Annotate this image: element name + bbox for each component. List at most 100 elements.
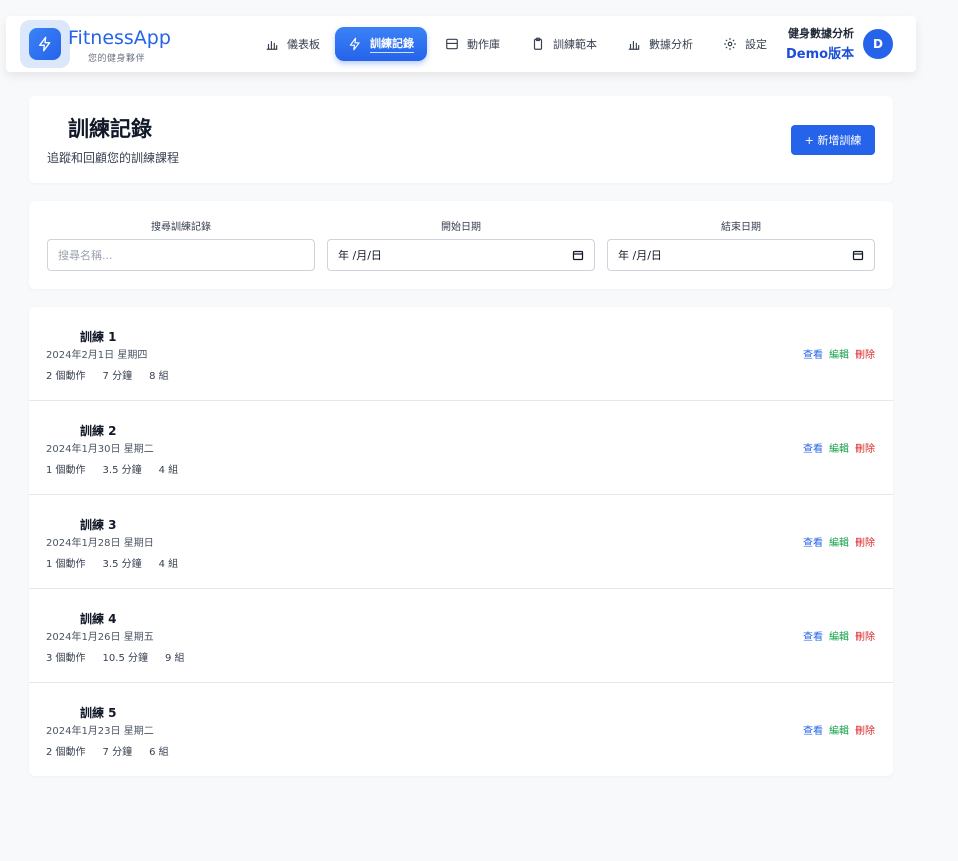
list-item: 訓練 4 2024年1月26日 星期五 3 個動作 10.5 分鐘 9 組 查看… [29, 589, 893, 683]
list-item: 訓練 1 2024年2月1日 星期四 2 個動作 7 分鐘 8 組 查看 編輯 … [29, 307, 893, 401]
view-link[interactable]: 查看 [803, 722, 823, 737]
duration: 7 分鐘 [102, 371, 133, 382]
exercise-count: 3 個動作 [46, 653, 86, 664]
delete-link[interactable]: 刪除 [855, 534, 875, 549]
set-count: 8 組 [149, 371, 169, 382]
exercise-count: 2 個動作 [46, 747, 86, 758]
clipboard-icon [533, 37, 543, 50]
nav-item-analytics[interactable]: 數據分析 [627, 27, 693, 61]
top-navbar: FitnessApp 您的健身夥伴 儀表板 訓練記錄 動作庫 訓練範本 數據分析… [6, 16, 916, 72]
workout-date: 2024年1月26日 星期五 [46, 632, 154, 643]
end-date-value: 年 /月/日 [618, 249, 662, 262]
gear-icon [724, 38, 736, 50]
nav-label: 訓練記錄 [370, 35, 414, 53]
exercise-count: 2 個動作 [46, 371, 86, 382]
delete-link[interactable]: 刪除 [855, 722, 875, 737]
workout-name: 訓練 2 [80, 424, 117, 438]
list-item: 訓練 3 2024年1月28日 星期日 1 個動作 3.5 分鐘 4 組 查看 … [29, 495, 893, 589]
nav-label: 動作庫 [467, 38, 500, 51]
set-count: 6 組 [149, 747, 169, 758]
set-count: 4 組 [158, 465, 179, 476]
search-input[interactable]: 搜尋名稱... [47, 239, 315, 271]
user-title: 健身數據分析 [788, 27, 854, 40]
workout-date: 2024年1月30日 星期二 [46, 444, 154, 455]
edit-link[interactable]: 編輯 [829, 628, 849, 643]
delete-link[interactable]: 刪除 [855, 440, 875, 455]
avatar[interactable]: D [863, 29, 893, 59]
calendar-icon[interactable] [572, 249, 584, 261]
view-link[interactable]: 查看 [803, 440, 823, 455]
start-date-label: 開始日期 [441, 222, 481, 233]
page-subtitle: 追蹤和回顧您的訓練課程 [47, 151, 180, 165]
edit-link[interactable]: 編輯 [829, 534, 849, 549]
calendar-icon[interactable] [852, 249, 864, 261]
set-count: 4 組 [158, 559, 179, 570]
delete-link[interactable]: 刪除 [855, 628, 875, 643]
list-item: 訓練 2 2024年1月30日 星期二 1 個動作 3.5 分鐘 4 組 查看 … [29, 401, 893, 495]
nav-item-settings[interactable]: 設定 [723, 27, 767, 61]
row-actions: 查看 編輯 刪除 [803, 628, 875, 643]
workout-name: 訓練 1 [80, 330, 117, 344]
end-date-label: 結束日期 [721, 222, 761, 233]
list-item: 訓練 5 2024年1月23日 星期二 2 個動作 7 分鐘 6 組 查看 編輯… [29, 683, 893, 777]
add-workout-button[interactable]: + 新增訓練 [791, 125, 875, 155]
duration: 3.5 分鐘 [102, 465, 142, 476]
search-filter: 搜尋訓練記錄 搜尋名稱... [47, 218, 315, 271]
nav-item-exercise-library[interactable]: 動作庫 [445, 27, 500, 61]
row-actions: 查看 編輯 刪除 [803, 440, 875, 455]
nav-label: 數據分析 [649, 38, 693, 51]
workout-stats: 1 個動作 3.5 分鐘 4 組 [46, 555, 178, 570]
page-title: 訓練記錄 [68, 117, 152, 141]
page-header-card: 訓練記錄 追蹤和回顧您的訓練課程 + 新增訓練 [29, 96, 893, 183]
edit-link[interactable]: 編輯 [829, 722, 849, 737]
duration: 3.5 分鐘 [102, 559, 142, 570]
view-link[interactable]: 查看 [803, 346, 823, 361]
duration: 10.5 分鐘 [102, 653, 148, 664]
filter-card: 搜尋訓練記錄 搜尋名稱... 開始日期 年 /月/日 結束日期 年 /月/日 [29, 201, 893, 289]
workout-date: 2024年1月28日 星期日 [46, 538, 154, 549]
workout-date: 2024年1月23日 星期二 [46, 726, 154, 737]
search-label: 搜尋訓練記錄 [151, 222, 211, 233]
exercise-count: 1 個動作 [46, 465, 86, 476]
nav-label: 訓練範本 [553, 38, 597, 51]
layout-icon [446, 38, 458, 50]
bar-chart-icon [628, 41, 640, 50]
nav-label: 儀表板 [287, 38, 320, 51]
start-date-filter: 開始日期 年 /月/日 [327, 218, 595, 271]
start-date-value: 年 /月/日 [338, 249, 382, 262]
workout-list: 訓練 1 2024年2月1日 星期四 2 個動作 7 分鐘 8 組 查看 編輯 … [29, 307, 893, 776]
edit-link[interactable]: 編輯 [829, 440, 849, 455]
app-tagline: 您的健身夥伴 [88, 54, 146, 64]
row-actions: 查看 編輯 刪除 [803, 534, 875, 549]
app-logo[interactable] [20, 20, 70, 68]
set-count: 9 組 [165, 653, 185, 664]
end-date-input[interactable]: 年 /月/日 [607, 239, 875, 271]
nav-item-dashboard[interactable]: 儀表板 [265, 27, 320, 61]
start-date-input[interactable]: 年 /月/日 [327, 239, 595, 271]
exercise-count: 1 個動作 [46, 559, 86, 570]
bar-chart-icon [266, 41, 278, 50]
end-date-filter: 結束日期 年 /月/日 [607, 218, 875, 271]
row-actions: 查看 編輯 刪除 [803, 722, 875, 737]
duration: 7 分鐘 [102, 747, 133, 758]
lightning-icon [349, 37, 360, 51]
workout-stats: 1 個動作 3.5 分鐘 4 組 [46, 461, 178, 476]
lightning-icon [29, 28, 61, 60]
nav-item-templates[interactable]: 訓練範本 [531, 27, 597, 61]
workout-name: 訓練 5 [80, 706, 117, 720]
nav-item-workout-records[interactable]: 訓練記錄 [335, 27, 427, 61]
app-name: FitnessApp [68, 27, 171, 49]
workout-stats: 2 個動作 7 分鐘 6 組 [46, 743, 169, 758]
nav-label: 設定 [745, 38, 767, 51]
user-version: Demo版本 [786, 47, 855, 62]
delete-link[interactable]: 刪除 [855, 346, 875, 361]
edit-link[interactable]: 編輯 [829, 346, 849, 361]
workout-stats: 2 個動作 7 分鐘 8 組 [46, 367, 169, 382]
view-link[interactable]: 查看 [803, 534, 823, 549]
view-link[interactable]: 查看 [803, 628, 823, 643]
workout-name: 訓練 3 [80, 518, 117, 532]
search-placeholder: 搜尋名稱... [58, 249, 113, 262]
workout-name: 訓練 4 [80, 612, 117, 626]
workout-date: 2024年2月1日 星期四 [46, 350, 148, 361]
row-actions: 查看 編輯 刪除 [803, 346, 875, 361]
